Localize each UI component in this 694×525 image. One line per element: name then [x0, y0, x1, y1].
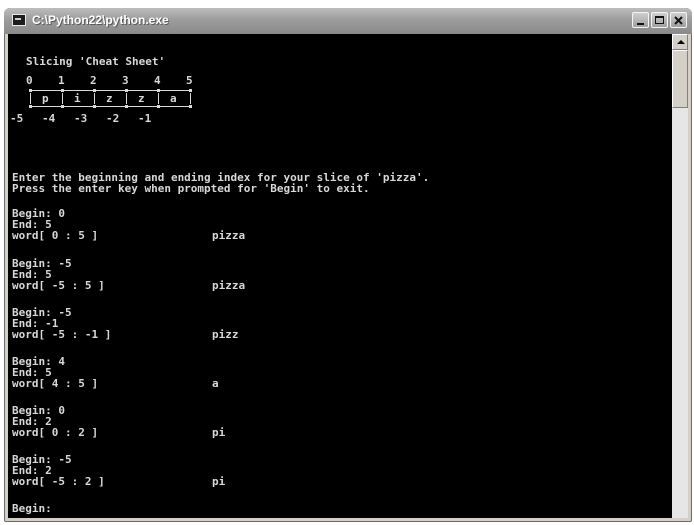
diagram-corner: [61, 105, 64, 108]
diagram-divider: [30, 93, 31, 104]
diagram-bottom-border: [30, 106, 192, 107]
diagram-divider: [94, 93, 95, 104]
negative-index: -4: [42, 112, 56, 125]
close-icon: [674, 16, 683, 25]
window-title: C:\Python22\python.exe: [32, 13, 169, 27]
title-bar[interactable]: C:\Python22\python.exe: [4, 8, 692, 34]
scroll-up-arrow-icon[interactable]: [672, 34, 688, 50]
diagram-corner: [189, 89, 192, 92]
slice-result: pi: [212, 475, 226, 488]
begin-prompt[interactable]: Begin:: [12, 503, 52, 515]
slice-expression: word[ -5 : 5 ]: [12, 279, 105, 292]
diagram-corner: [157, 89, 160, 92]
maximize-button[interactable]: [651, 12, 668, 28]
close-button[interactable]: [670, 12, 687, 28]
slice-expression: word[ 0 : 2 ]: [12, 426, 99, 439]
diagram-corner: [125, 105, 128, 108]
slice-expression: word[ -5 : 2 ]: [12, 475, 105, 488]
positive-index: 2: [90, 74, 97, 87]
scrollbar-thumb[interactable]: [672, 50, 688, 108]
diagram-divider: [190, 93, 191, 104]
console-output[interactable]: Slicing 'Cheat Sheet' 0 1 2 3 4 5 p i z: [8, 34, 672, 518]
slice-expression: word[ 0 : 5 ]: [12, 229, 99, 242]
vertical-scrollbar[interactable]: [672, 34, 688, 518]
positive-index: 5: [186, 74, 193, 87]
diagram-letter: z: [138, 92, 145, 105]
slice-result: pi: [212, 426, 226, 439]
diagram-corner: [189, 105, 192, 108]
diagram-corner: [29, 89, 32, 92]
intro-line-2: Press the enter key when prompted for 'B…: [12, 182, 370, 195]
diagram-corner: [93, 105, 96, 108]
diagram-letter: p: [42, 92, 49, 105]
slice-result: pizza: [212, 279, 246, 292]
slice-result: pizza: [212, 229, 246, 242]
negative-index: -1: [138, 112, 152, 125]
diagram-divider: [62, 93, 63, 104]
diagram-corner: [61, 89, 64, 92]
diagram-corner: [125, 89, 128, 92]
diagram-corner: [93, 89, 96, 92]
diagram-letter: i: [74, 92, 81, 105]
diagram-top-border: [30, 90, 192, 91]
positive-index: 1: [58, 74, 65, 87]
diagram-divider: [126, 93, 127, 104]
diagram-corner: [157, 105, 160, 108]
console-window: C:\Python22\python.exe Slicing 'Cheat Sh…: [4, 8, 692, 522]
positive-index: 3: [122, 74, 129, 87]
slice-result: a: [212, 377, 219, 390]
cheat-sheet-heading: Slicing 'Cheat Sheet': [26, 55, 166, 68]
negative-index: -2: [106, 112, 120, 125]
diagram-divider: [158, 93, 159, 104]
slice-expression: word[ 4 : 5 ]: [12, 377, 99, 390]
diagram-letter: a: [170, 92, 177, 105]
slice-result: pizz: [212, 328, 239, 341]
diagram-corner: [29, 105, 32, 108]
positive-index: 0: [26, 74, 33, 87]
diagram-letter: z: [106, 92, 113, 105]
slice-expression: word[ -5 : -1 ]: [12, 328, 112, 341]
positive-index: 4: [154, 74, 161, 87]
negative-index: -3: [74, 112, 88, 125]
negative-index: -5: [10, 112, 24, 125]
console-app-icon[interactable]: [12, 14, 26, 26]
minimize-button[interactable]: [632, 12, 649, 28]
